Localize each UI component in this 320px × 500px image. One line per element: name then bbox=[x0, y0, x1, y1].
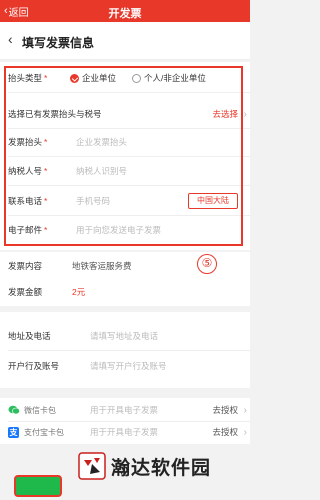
invoice-title-label: 发票抬头 bbox=[8, 137, 43, 147]
back-arrow-icon[interactable]: ‹ bbox=[8, 32, 13, 46]
region-button[interactable]: 中国大陆 bbox=[188, 193, 238, 209]
watermark: 瀚达软件园 bbox=[78, 452, 211, 480]
address-input[interactable]: 请填写地址及电话 bbox=[90, 330, 158, 342]
divider bbox=[8, 92, 250, 93]
header-type-label: 抬头类型 bbox=[8, 73, 43, 83]
select-existing-row[interactable]: 选择已有发票抬头与税号 去选择 › bbox=[0, 102, 250, 126]
extra-info-section: 地址及电话 请填写地址及电话 开户行及账号 请填写开户行及账号 bbox=[0, 312, 250, 388]
phone-label: 联系电话 bbox=[8, 196, 43, 206]
wechat-icon bbox=[8, 405, 20, 415]
bank-input[interactable]: 请填写开户行及账号 bbox=[90, 360, 167, 372]
alipay-row[interactable]: 支 支付宝卡包 用于开具电子发票 去授权 › bbox=[0, 420, 250, 444]
wechat-authorize-link[interactable]: 去授权 bbox=[212, 404, 238, 416]
wechat-row[interactable]: 微信卡包 用于开具电子发票 去授权 › bbox=[0, 398, 250, 422]
email-label: 电子邮件 bbox=[8, 225, 43, 235]
form-title: 填写发票信息 bbox=[22, 36, 95, 50]
radio-personal-label: 个人/非企业单位 bbox=[144, 73, 206, 83]
email-input[interactable]: 用于向您发送电子发票 bbox=[76, 224, 161, 236]
bank-row: 开户行及账号 请填写开户行及账号 bbox=[0, 354, 250, 378]
chevron-right-icon: › bbox=[243, 426, 247, 438]
divider bbox=[8, 128, 250, 129]
divider bbox=[8, 156, 250, 157]
wechat-placeholder: 用于开具电子发票 bbox=[90, 405, 159, 415]
divider bbox=[8, 215, 250, 216]
amount-value: 2元 bbox=[72, 287, 86, 297]
form-header: ‹ 填写发票信息 bbox=[0, 22, 250, 60]
taxpayer-label: 纳税人号 bbox=[8, 166, 43, 176]
invoice-title-row: 发票抬头 * 企业发票抬头 bbox=[0, 130, 250, 154]
watermark-text: 瀚达软件园 bbox=[111, 457, 212, 479]
submit-button[interactable] bbox=[14, 475, 62, 497]
select-existing-label: 选择已有发票抬头与税号 bbox=[8, 109, 102, 119]
step-marker: ⑤ bbox=[197, 254, 217, 274]
select-existing-link[interactable]: 去选择 bbox=[212, 108, 238, 120]
alipay-authorize-link[interactable]: 去授权 bbox=[212, 426, 238, 438]
required-mark: * bbox=[44, 196, 48, 206]
email-row: 电子邮件 * 用于向您发送电子发票 bbox=[0, 218, 250, 242]
wechat-label: 微信卡包 bbox=[24, 405, 56, 415]
invoice-info-section: 抬头类型 * 企业单位 个人/非企业单位 选择已有发票抬头与税号 去选择 › 发票… bbox=[0, 62, 250, 250]
alipay-icon: 支 bbox=[8, 426, 19, 438]
taxpayer-input[interactable]: 纳税人识别号 bbox=[76, 165, 127, 177]
bank-label: 开户行及账号 bbox=[8, 361, 60, 371]
required-mark: * bbox=[44, 225, 48, 235]
alipay-label: 支付宝卡包 bbox=[24, 427, 64, 437]
phone-input[interactable]: 手机号码 bbox=[76, 195, 110, 207]
invoice-title-input[interactable]: 企业发票抬头 bbox=[76, 136, 127, 148]
address-label: 地址及电话 bbox=[8, 331, 51, 341]
radio-company-label: 企业单位 bbox=[82, 73, 117, 83]
header-type-row: 抬头类型 * 企业单位 个人/非企业单位 bbox=[0, 66, 250, 90]
radio-checked-icon bbox=[70, 73, 79, 83]
taxpayer-row: 纳税人号 * 纳税人识别号 bbox=[0, 159, 250, 183]
required-mark: * bbox=[44, 73, 48, 83]
top-bar: ‹ 返回 开发票 bbox=[0, 0, 250, 22]
page-title: 开发票 bbox=[108, 8, 142, 20]
watermark-logo-icon bbox=[78, 452, 106, 480]
amount-label: 发票金额 bbox=[8, 287, 43, 297]
radio-unchecked-icon bbox=[132, 73, 141, 83]
required-mark: * bbox=[44, 137, 48, 147]
divider bbox=[8, 185, 250, 186]
phone-row: 联系电话 * 手机号码 中国大陆 bbox=[0, 189, 250, 213]
card-package-section: 微信卡包 用于开具电子发票 去授权 › 支 支付宝卡包 用于开具电子发票 去授权… bbox=[0, 398, 250, 444]
amount-row: 发票金额 2元 bbox=[0, 280, 250, 304]
required-mark: * bbox=[44, 166, 48, 176]
content-value: 地铁客运服务费 bbox=[72, 261, 132, 271]
radio-personal[interactable]: 个人/非企业单位 bbox=[132, 72, 206, 84]
address-row: 地址及电话 请填写地址及电话 bbox=[0, 324, 250, 348]
alipay-placeholder: 用于开具电子发票 bbox=[90, 427, 159, 437]
radio-company[interactable]: 企业单位 bbox=[70, 72, 116, 84]
chevron-right-icon: › bbox=[243, 404, 247, 416]
divider bbox=[8, 350, 250, 351]
content-label: 发票内容 bbox=[8, 261, 43, 271]
chevron-right-icon: › bbox=[243, 108, 247, 120]
